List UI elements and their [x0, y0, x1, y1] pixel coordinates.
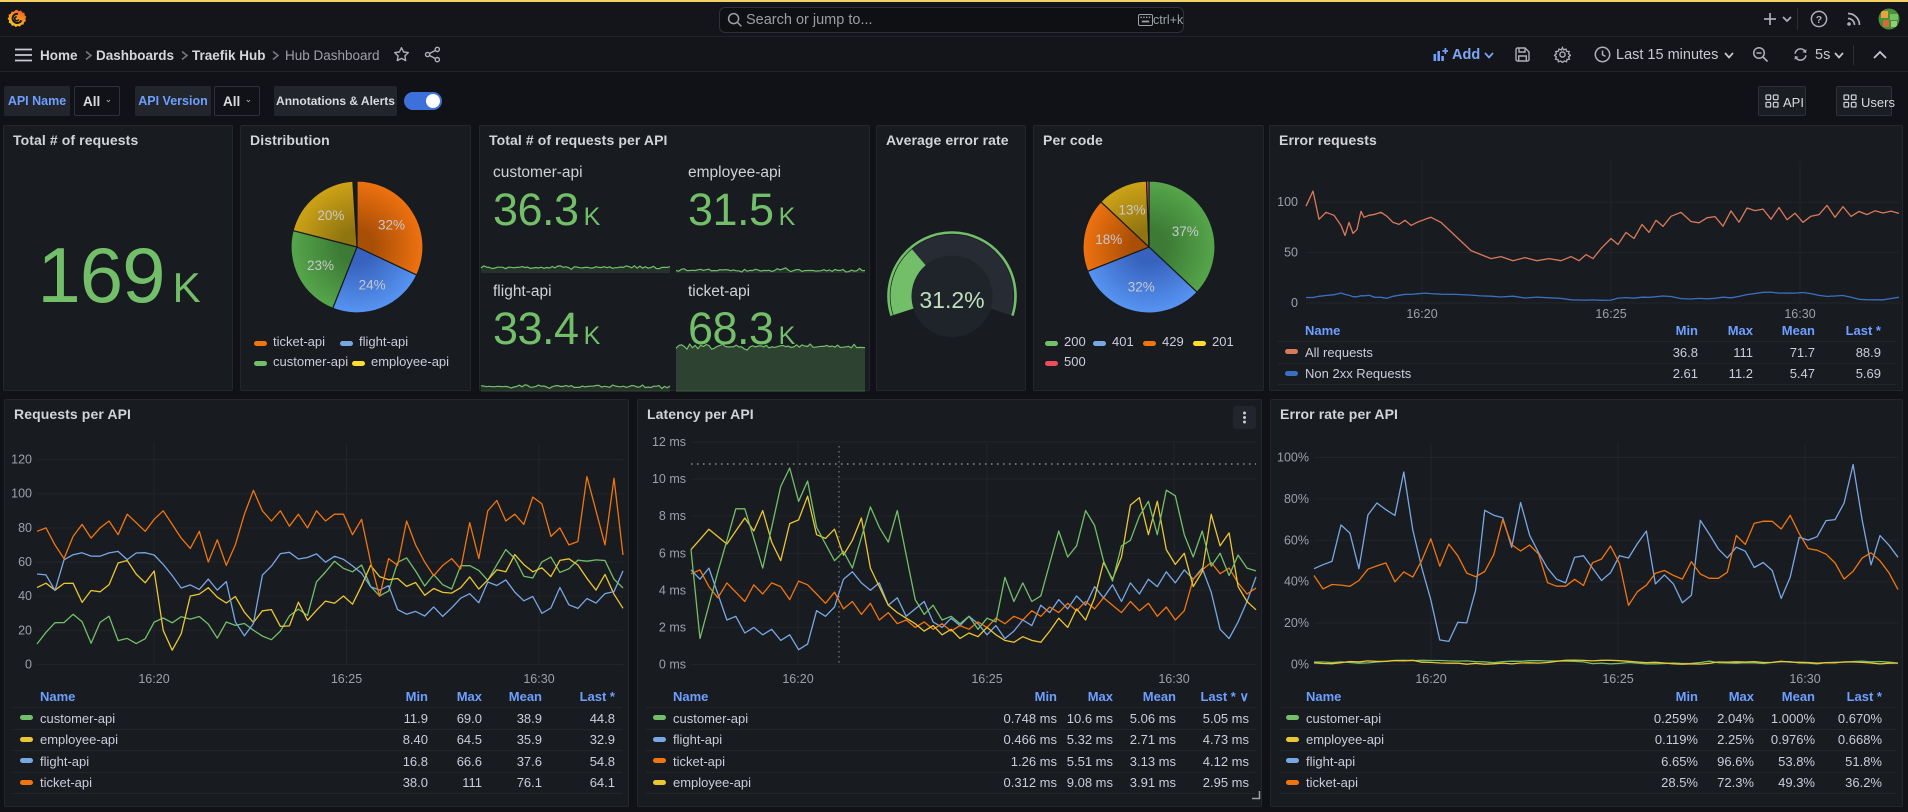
svg-text:24%: 24%	[359, 278, 386, 293]
svg-text:16:20: 16:20	[1406, 307, 1437, 321]
svg-text:16:30: 16:30	[1789, 672, 1820, 686]
svg-text:31.2%: 31.2%	[919, 287, 984, 313]
svg-text:13%: 13%	[1118, 202, 1145, 217]
svg-text:60%: 60%	[1284, 533, 1309, 547]
svg-text:8 ms: 8 ms	[659, 509, 686, 523]
svg-text:16:25: 16:25	[971, 672, 1002, 686]
svg-text:0 ms: 0 ms	[659, 658, 686, 672]
svg-text:16:30: 16:30	[1158, 672, 1189, 686]
svg-text:0%: 0%	[1291, 658, 1309, 672]
svg-text:20: 20	[18, 623, 32, 637]
svg-text:18%: 18%	[1095, 232, 1122, 247]
svg-text:100%: 100%	[1277, 451, 1309, 465]
svg-text:?: ?	[1816, 14, 1822, 26]
svg-text:16:30: 16:30	[1784, 307, 1815, 321]
svg-text:40%: 40%	[1284, 575, 1309, 589]
svg-text:4 ms: 4 ms	[659, 583, 686, 597]
svg-text:23%: 23%	[307, 258, 334, 273]
svg-text:2 ms: 2 ms	[659, 620, 686, 634]
svg-text:32%: 32%	[378, 218, 405, 233]
svg-text:40: 40	[18, 589, 32, 603]
svg-text:0: 0	[25, 658, 32, 672]
svg-text:0: 0	[1291, 296, 1298, 310]
svg-text:16:20: 16:20	[138, 672, 169, 686]
svg-text:80%: 80%	[1284, 492, 1309, 506]
svg-text:10 ms: 10 ms	[652, 472, 686, 486]
svg-text:12 ms: 12 ms	[652, 435, 686, 449]
svg-text:6 ms: 6 ms	[659, 546, 686, 560]
svg-text:16:30: 16:30	[523, 672, 554, 686]
svg-text:50: 50	[1284, 246, 1298, 260]
svg-text:16:25: 16:25	[1602, 672, 1633, 686]
svg-text:20%: 20%	[317, 208, 344, 223]
svg-text:16:25: 16:25	[1595, 307, 1626, 321]
svg-text:100: 100	[1277, 195, 1298, 209]
svg-text:120: 120	[11, 453, 32, 467]
svg-text:16:20: 16:20	[1415, 672, 1446, 686]
svg-text:16:20: 16:20	[782, 672, 813, 686]
svg-text:100: 100	[11, 487, 32, 501]
svg-text:60: 60	[18, 555, 32, 569]
svg-text:80: 80	[18, 521, 32, 535]
svg-text:32%: 32%	[1128, 280, 1155, 295]
svg-text:20%: 20%	[1284, 616, 1309, 630]
svg-text:37%: 37%	[1172, 224, 1199, 239]
svg-text:16:25: 16:25	[331, 672, 362, 686]
